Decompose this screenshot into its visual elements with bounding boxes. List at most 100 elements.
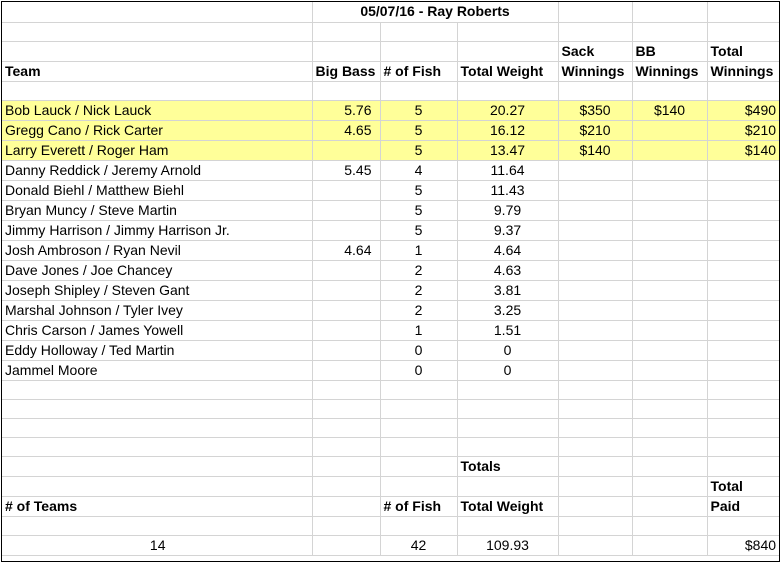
sheet-title[interactable]: 05/07/16 - Ray Roberts <box>312 2 559 23</box>
bb-winnings-cell[interactable] <box>632 320 708 341</box>
team-cell[interactable]: Donald Biehl / Matthew Biehl <box>2 180 313 201</box>
cell[interactable] <box>2 437 313 457</box>
cell[interactable] <box>380 456 458 477</box>
header-total-line1[interactable]: Total <box>707 41 780 62</box>
cell[interactable] <box>558 456 633 477</box>
total-weight-cell[interactable]: 9.79 <box>457 200 559 221</box>
totals-num-teams-value[interactable]: 14 <box>2 535 313 556</box>
cell[interactable] <box>457 437 559 457</box>
team-cell[interactable]: Jimmy Harrison / Jimmy Harrison Jr. <box>2 220 313 241</box>
cell[interactable] <box>632 437 708 457</box>
cell[interactable] <box>558 496 633 517</box>
fish-count-cell[interactable]: 2 <box>380 260 458 281</box>
total-winnings-cell[interactable] <box>707 220 780 241</box>
sack-winnings-cell[interactable] <box>558 180 633 201</box>
total-weight-cell[interactable]: 20.27 <box>457 100 559 121</box>
cell[interactable] <box>2 456 313 477</box>
team-cell[interactable]: Larry Everett / Roger Ham <box>2 140 313 161</box>
fish-count-cell[interactable]: 0 <box>380 360 458 381</box>
cell[interactable] <box>380 22 458 42</box>
header-num-fish[interactable]: # of Fish <box>380 61 458 82</box>
cell[interactable] <box>558 399 633 419</box>
header-team[interactable]: Team <box>2 61 313 82</box>
sack-winnings-cell[interactable] <box>558 360 633 381</box>
bb-winnings-cell[interactable] <box>632 340 708 361</box>
bb-winnings-cell[interactable] <box>632 360 708 381</box>
cell[interactable] <box>380 41 458 62</box>
cell[interactable] <box>707 22 780 42</box>
total-weight-cell[interactable]: 0 <box>457 360 559 381</box>
team-cell[interactable]: Gregg Cano / Rick Carter <box>2 120 313 141</box>
header-sack-line1[interactable]: Sack <box>558 41 633 62</box>
bb-winnings-cell[interactable] <box>632 260 708 281</box>
cell[interactable] <box>558 81 633 101</box>
team-cell[interactable]: Eddy Holloway / Ted Martin <box>2 340 313 361</box>
cell[interactable] <box>707 81 780 101</box>
sack-winnings-cell[interactable] <box>558 300 633 321</box>
cell[interactable] <box>457 380 559 400</box>
totals-total-paid-value[interactable]: $840 <box>707 535 780 556</box>
cell[interactable] <box>312 81 381 101</box>
cell[interactable] <box>632 476 708 497</box>
big-bass-cell[interactable]: 4.65 <box>312 120 381 141</box>
header-bb-line2[interactable]: Winnings <box>632 61 708 82</box>
total-weight-cell[interactable]: 16.12 <box>457 120 559 141</box>
fish-count-cell[interactable]: 5 <box>380 100 458 121</box>
total-winnings-cell[interactable] <box>707 340 780 361</box>
team-cell[interactable]: Marshal Johnson / Tyler Ivey <box>2 300 313 321</box>
cell[interactable] <box>457 22 559 42</box>
cell[interactable] <box>632 418 708 438</box>
big-bass-cell[interactable]: 4.64 <box>312 240 381 261</box>
cell[interactable] <box>380 81 458 101</box>
big-bass-cell[interactable] <box>312 140 381 161</box>
sack-winnings-cell[interactable]: $140 <box>558 140 633 161</box>
fish-count-cell[interactable]: 5 <box>380 120 458 141</box>
cell[interactable] <box>2 516 313 536</box>
big-bass-cell[interactable]: 5.76 <box>312 100 381 121</box>
total-weight-cell[interactable]: 4.63 <box>457 260 559 281</box>
cell[interactable] <box>312 22 381 42</box>
total-winnings-cell[interactable] <box>707 320 780 341</box>
cell[interactable] <box>380 399 458 419</box>
cell[interactable] <box>2 81 313 101</box>
total-weight-cell[interactable]: 1.51 <box>457 320 559 341</box>
cell[interactable] <box>312 476 381 497</box>
cell[interactable] <box>312 399 381 419</box>
cell[interactable] <box>2 418 313 438</box>
sack-winnings-cell[interactable] <box>558 260 633 281</box>
cell[interactable] <box>632 456 708 477</box>
fish-count-cell[interactable]: 5 <box>380 140 458 161</box>
cell[interactable] <box>632 380 708 400</box>
cell[interactable] <box>457 399 559 419</box>
cell[interactable] <box>457 516 559 536</box>
cell[interactable] <box>558 418 633 438</box>
cell[interactable] <box>707 418 780 438</box>
bb-winnings-cell[interactable] <box>632 220 708 241</box>
team-cell[interactable]: Danny Reddick / Jeremy Arnold <box>2 160 313 181</box>
bb-winnings-cell[interactable] <box>632 240 708 261</box>
cell[interactable] <box>558 2 633 23</box>
cell[interactable] <box>558 476 633 497</box>
totals-total-weight-value[interactable]: 109.93 <box>457 535 559 556</box>
cell[interactable] <box>632 81 708 101</box>
big-bass-cell[interactable] <box>312 360 381 381</box>
cell[interactable] <box>380 476 458 497</box>
cell[interactable] <box>632 22 708 42</box>
cell[interactable] <box>707 437 780 457</box>
sack-winnings-cell[interactable] <box>558 200 633 221</box>
cell[interactable] <box>312 535 381 556</box>
cell[interactable] <box>380 418 458 438</box>
total-winnings-cell[interactable]: $210 <box>707 120 780 141</box>
cell[interactable] <box>558 516 633 536</box>
cell[interactable] <box>380 516 458 536</box>
fish-count-cell[interactable]: 1 <box>380 240 458 261</box>
bb-winnings-cell[interactable] <box>632 160 708 181</box>
sack-winnings-cell[interactable]: $350 <box>558 100 633 121</box>
cell[interactable] <box>312 41 381 62</box>
total-winnings-cell[interactable] <box>707 260 780 281</box>
fish-count-cell[interactable]: 5 <box>380 200 458 221</box>
cell[interactable] <box>2 2 313 23</box>
total-winnings-cell[interactable] <box>707 200 780 221</box>
cell[interactable] <box>632 399 708 419</box>
big-bass-cell[interactable] <box>312 180 381 201</box>
